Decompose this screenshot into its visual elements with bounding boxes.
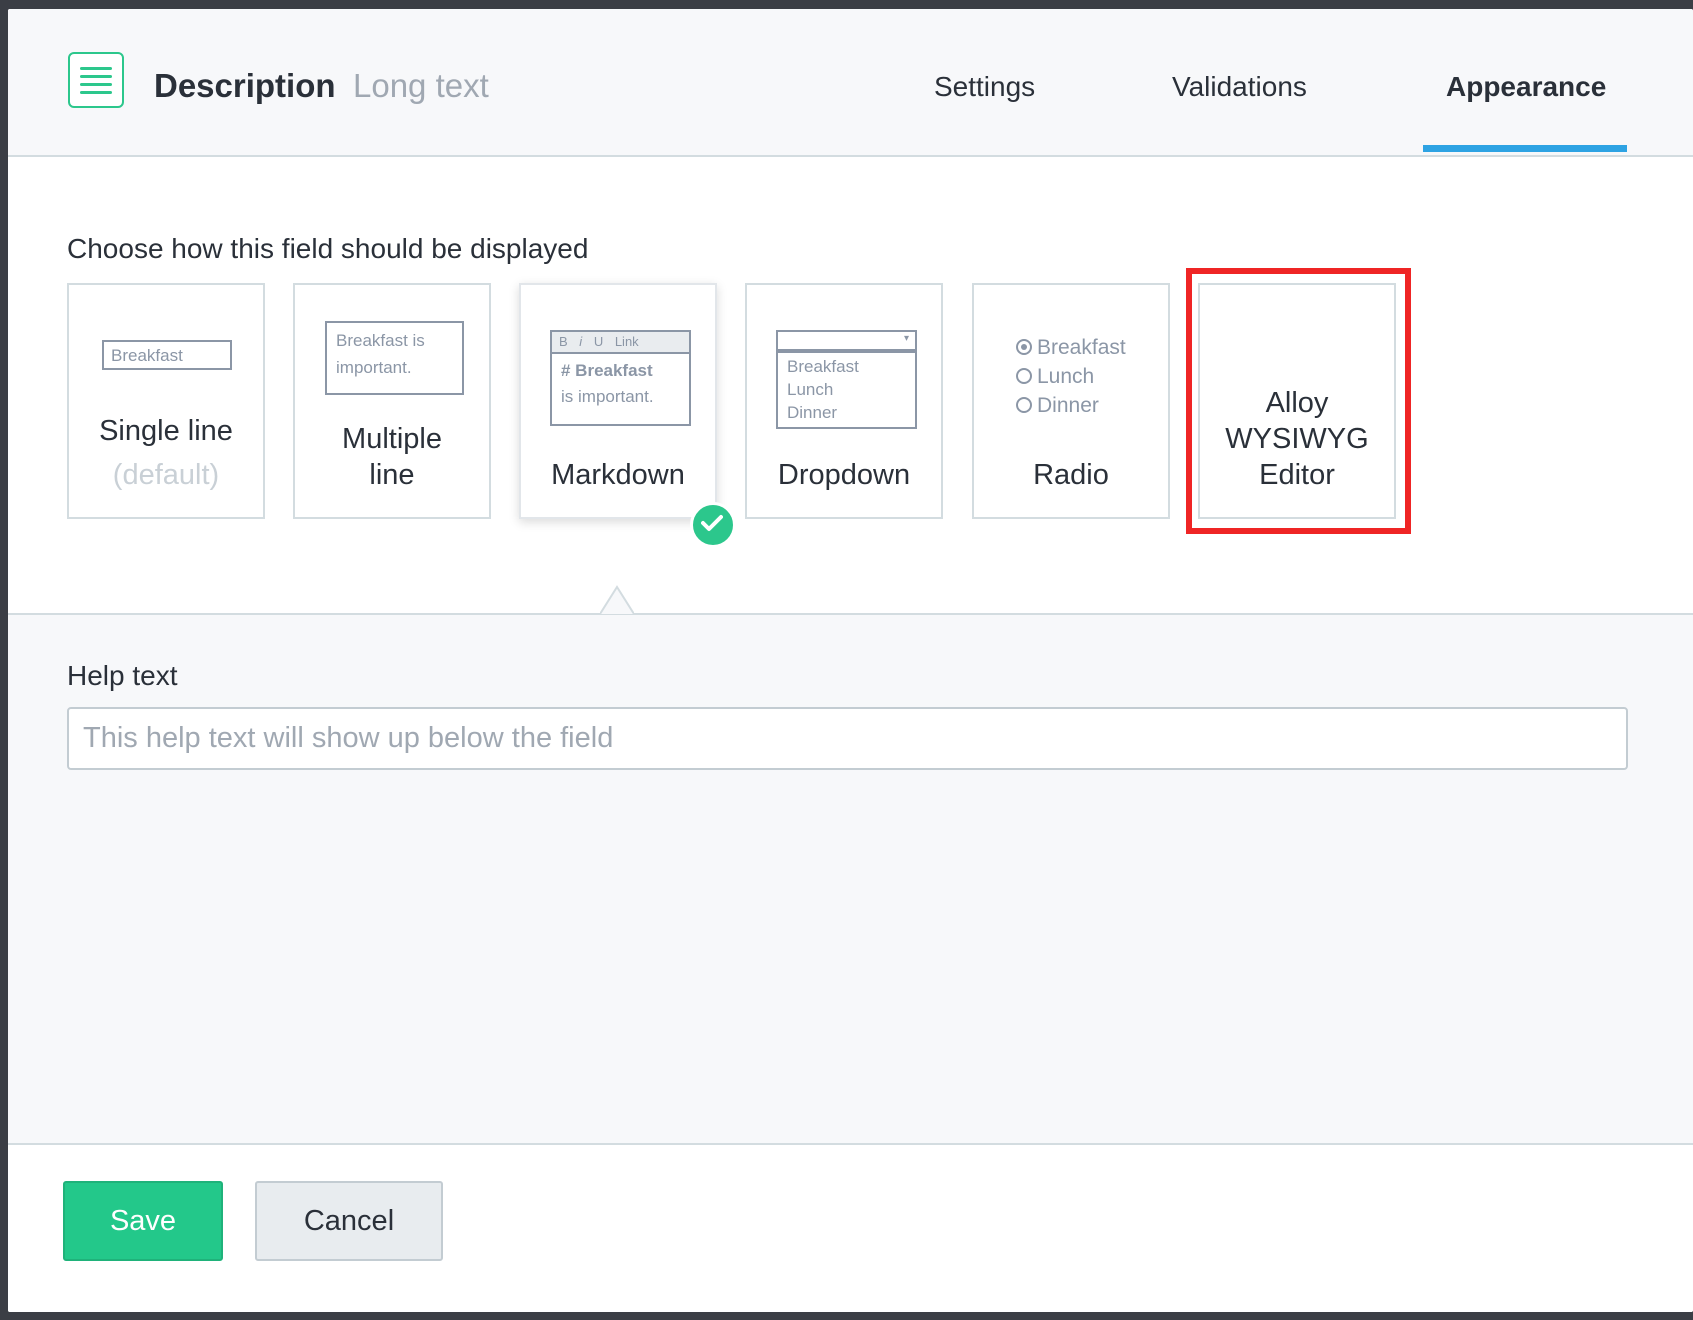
active-tab-indicator [1423, 145, 1627, 152]
check-icon [690, 502, 736, 548]
chevron-down-icon: ▾ [903, 333, 909, 344]
option-label-line3: Editor [1259, 459, 1335, 491]
option-label-line2: WYSIWYG [1225, 423, 1369, 455]
markdown-toolbar: B i U Link [552, 332, 689, 354]
cancel-button[interactable]: Cancel [255, 1181, 443, 1261]
help-text-label: Help text [67, 660, 178, 691]
dialog-footer: Save Cancel [8, 1145, 1693, 1312]
single-line-preview: Breakfast [102, 340, 232, 370]
option-label-line2: line [369, 459, 415, 491]
option-label: Multiple [342, 423, 442, 455]
markdown-preview: B i U Link # Breakfast is important. [550, 330, 691, 426]
radio-preview: Breakfast Lunch Dinner [1016, 333, 1126, 420]
option-label: Dropdown [777, 459, 911, 491]
save-button[interactable]: Save [63, 1181, 223, 1261]
help-text-input[interactable] [67, 707, 1628, 770]
option-multiple-line[interactable]: Breakfast is important. Multiple line [293, 283, 491, 519]
tab-appearance[interactable]: Appearance [1446, 71, 1606, 103]
dialog-header: Description Long text Settings Validatio… [8, 9, 1693, 157]
option-radio[interactable]: Breakfast Lunch Dinner Radio [972, 283, 1170, 519]
tab-validations[interactable]: Validations [1172, 71, 1307, 103]
option-sublabel: (default) [112, 459, 220, 491]
long-text-field-icon [68, 52, 124, 108]
radio-selected-icon [1016, 339, 1032, 355]
field-name: Description [154, 67, 336, 104]
option-single-line[interactable]: Breakfast Single line (default) [67, 283, 265, 519]
appearance-section: Choose how this field should be displaye… [8, 157, 1693, 615]
dropdown-preview: ▾ Breakfast Lunch Dinner [776, 330, 917, 429]
dropdown-header: ▾ [778, 332, 915, 353]
appearance-heading: Choose how this field should be displaye… [67, 233, 589, 264]
radio-icon [1016, 368, 1032, 384]
option-label: Single line [99, 415, 233, 447]
option-label: Markdown [551, 459, 685, 491]
section-pointer-icon [600, 585, 634, 615]
option-label-line1: Alloy [1265, 387, 1329, 419]
multiple-line-preview: Breakfast is important. [325, 321, 464, 395]
help-text-section: Help text [8, 615, 1693, 1145]
option-label: Radio [1033, 459, 1109, 491]
option-markdown[interactable]: B i U Link # Breakfast is important. Mar… [519, 283, 717, 519]
field-settings-dialog: Description Long text Settings Validatio… [8, 9, 1693, 1312]
option-alloy-wysiwyg-editor[interactable]: Alloy WYSIWYG Editor [1198, 283, 1396, 519]
radio-icon [1016, 397, 1032, 413]
tab-settings[interactable]: Settings [934, 71, 1035, 103]
option-dropdown[interactable]: ▾ Breakfast Lunch Dinner Dropdown [745, 283, 943, 519]
field-type: Long text [353, 67, 489, 104]
